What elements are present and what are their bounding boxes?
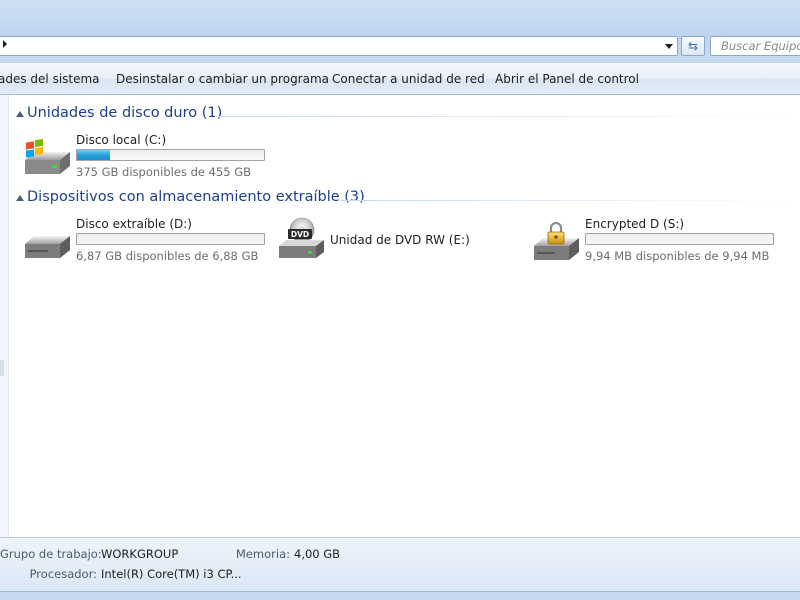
memory-label: Memoria: [235, 547, 290, 561]
window-bottom-border [0, 591, 800, 600]
collapse-triangle-icon[interactable] [16, 195, 24, 201]
drive-name: Disco extraíble (D:) [76, 217, 192, 231]
removable-drive-icon [25, 236, 70, 258]
details-pane: Grupo de trabajo: WORKGROUP Memoria: 4,0… [0, 537, 800, 591]
workgroup-value: WORKGROUP [101, 547, 179, 561]
drive-free-space: 6,87 GB disponibles de 6,88 GB [76, 249, 259, 263]
drive-usage-bar [76, 233, 265, 245]
search-input[interactable]: Buscar Equipo [710, 36, 800, 56]
address-row: ⇆ Buscar Equipo [0, 34, 800, 60]
group-removable[interactable]: Dispositivos con almacenamiento extraíbl… [10, 189, 790, 209]
dvd-drive-icon: DVD [279, 217, 324, 258]
group-title: Unidades de disco duro (1) [27, 105, 223, 121]
refresh-button[interactable]: ⇆ [681, 36, 705, 56]
drive-c[interactable]: Disco local (C:) 375 GB disponibles de 4… [22, 132, 272, 182]
windows-drive-icon [25, 139, 70, 174]
processor-label: Procesador: [29, 567, 97, 581]
navigation-pane-edge [0, 95, 9, 537]
command-bar: ades del sistema Desinstalar o cambiar u… [0, 62, 800, 95]
dvd-label: DVD [291, 230, 309, 239]
drive-name: Disco local (C:) [76, 133, 167, 147]
system-properties-button[interactable]: ades del sistema [0, 72, 100, 86]
drives-view: Unidades de disco duro (1) Disco local (… [0, 95, 800, 537]
address-history-dropdown-icon[interactable] [665, 44, 673, 49]
open-control-panel-button[interactable]: Abrir el Panel de control [495, 72, 639, 86]
memory-value: 4,00 GB [294, 547, 341, 561]
drive-free-space: 375 GB disponibles de 455 GB [76, 165, 252, 179]
group-title: Dispositivos con almacenamiento extraíbl… [27, 189, 365, 205]
processor-value: Intel(R) Core(TM) i3 CP... [101, 567, 242, 581]
drive-e[interactable]: DVD Unidad de DVD RW (E:) [276, 216, 526, 266]
address-bar[interactable] [0, 36, 678, 56]
workgroup-label: Grupo de trabajo: [0, 547, 102, 561]
uninstall-program-button[interactable]: Desinstalar o cambiar un programa [116, 72, 329, 86]
group-divider [215, 116, 790, 117]
encrypted-drive-icon [534, 221, 579, 260]
drive-name: Encrypted D (S:) [585, 217, 685, 231]
group-divider [340, 200, 790, 201]
group-hard-drives[interactable]: Unidades de disco duro (1) [10, 105, 790, 125]
collapse-triangle-icon[interactable] [16, 111, 24, 117]
refresh-icon: ⇆ [687, 39, 699, 53]
splitter-handle[interactable] [0, 360, 4, 376]
drive-d[interactable]: Disco extraíble (D:) 6,87 GB disponibles… [22, 216, 272, 266]
drive-usage-fill [77, 150, 110, 160]
map-network-drive-button[interactable]: Conectar a unidad de red [332, 72, 485, 86]
breadcrumb-chevron-icon[interactable] [3, 40, 7, 48]
drive-free-space: 9,94 MB disponibles de 9,94 MB [585, 249, 770, 263]
search-placeholder: Buscar Equipo [721, 39, 800, 53]
drive-s[interactable]: Encrypted D (S:) 9,94 MB disponibles de … [531, 216, 781, 266]
drive-usage-bar [585, 233, 774, 245]
drive-name: Unidad de DVD RW (E:) [330, 233, 470, 247]
drive-usage-bar [76, 149, 265, 161]
